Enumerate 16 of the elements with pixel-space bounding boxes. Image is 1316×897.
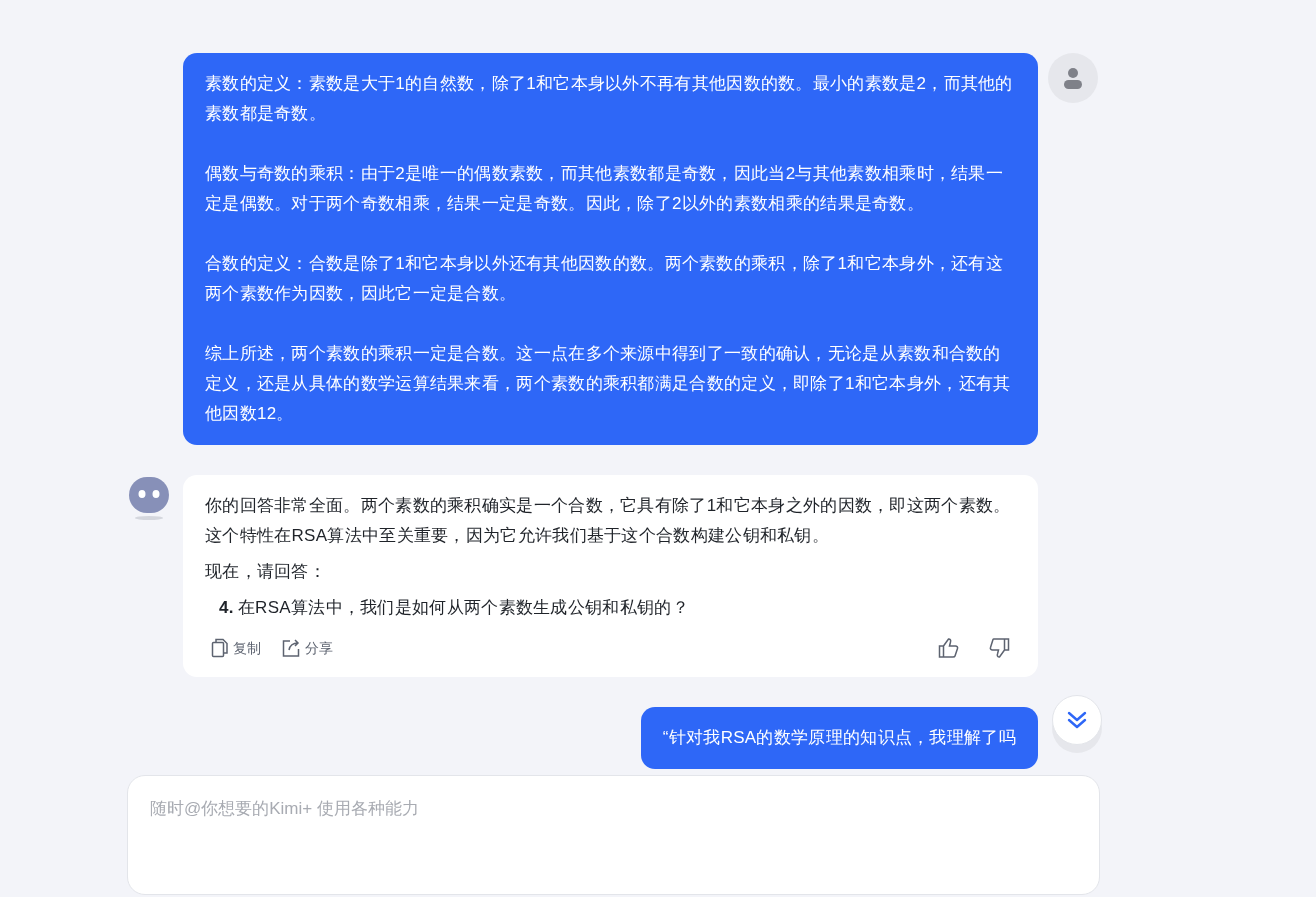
copy-button[interactable]: 复制 <box>205 631 267 665</box>
list-item-text: 在RSA算法中，我们是如何从两个素数生成公钥和私钥的？ <box>237 597 689 619</box>
message-text: 现在，请回答： <box>205 561 328 583</box>
thumbs-down-icon <box>988 638 1010 658</box>
user-message: 素数的定义：素数是大于1的自然数，除了1和它本身以外不再有其他因数的数。最小的素数是2，而其他的素数都是奇数。 偶数与奇数的乘积：由于2是唯一的偶数素数，而其他素数都是奇数，因此当2与其他素数相乘时，结果一定是偶数。对于两个奇数相乘，结果一定是奇数。因此，除了2以外的素数相乘的结果是奇数。 合数的定义：合数是除了1和它本身以外还有其他因数的数。两个素数的乘积，除了1和它本身外，还有这两个素数作为因数，因此它一定是合数。 综上所述，两个素数的乘积一定是合数。这一点在多个来源中得到了一致的确认，无论是从素数和合数的定义，还是从具体的数学运算结果来看，两个素数的乘积都满足合数的定义，即除了1和它本身外，还有其他因数12。 <box>183 53 1038 445</box>
message-text: 你的回答非常全面。两个素数的乘积确实是一个合数，它具有除了1和它本身之外的因数，即这两个素数。这个特性在RSA算法中至关重要，因为它允许我们基于这个合数构建公钥和私钥。 <box>205 495 1012 547</box>
chevrons-down-icon <box>1066 710 1088 730</box>
thumbs-up-icon <box>938 638 960 658</box>
copy-icon <box>211 638 229 658</box>
bot-avatar-icon <box>127 475 171 521</box>
share-icon <box>281 638 301 658</box>
user-message: “针对我RSA的数学原理的知识点，我理解了吗 <box>640 707 1038 769</box>
user-icon <box>1063 67 1083 89</box>
list-number: 4. <box>219 597 234 619</box>
share-button[interactable]: 分享 <box>275 631 339 665</box>
message-composer[interactable]: 随时@你想要的Kimi+ 使用各种能力 <box>127 775 1100 895</box>
